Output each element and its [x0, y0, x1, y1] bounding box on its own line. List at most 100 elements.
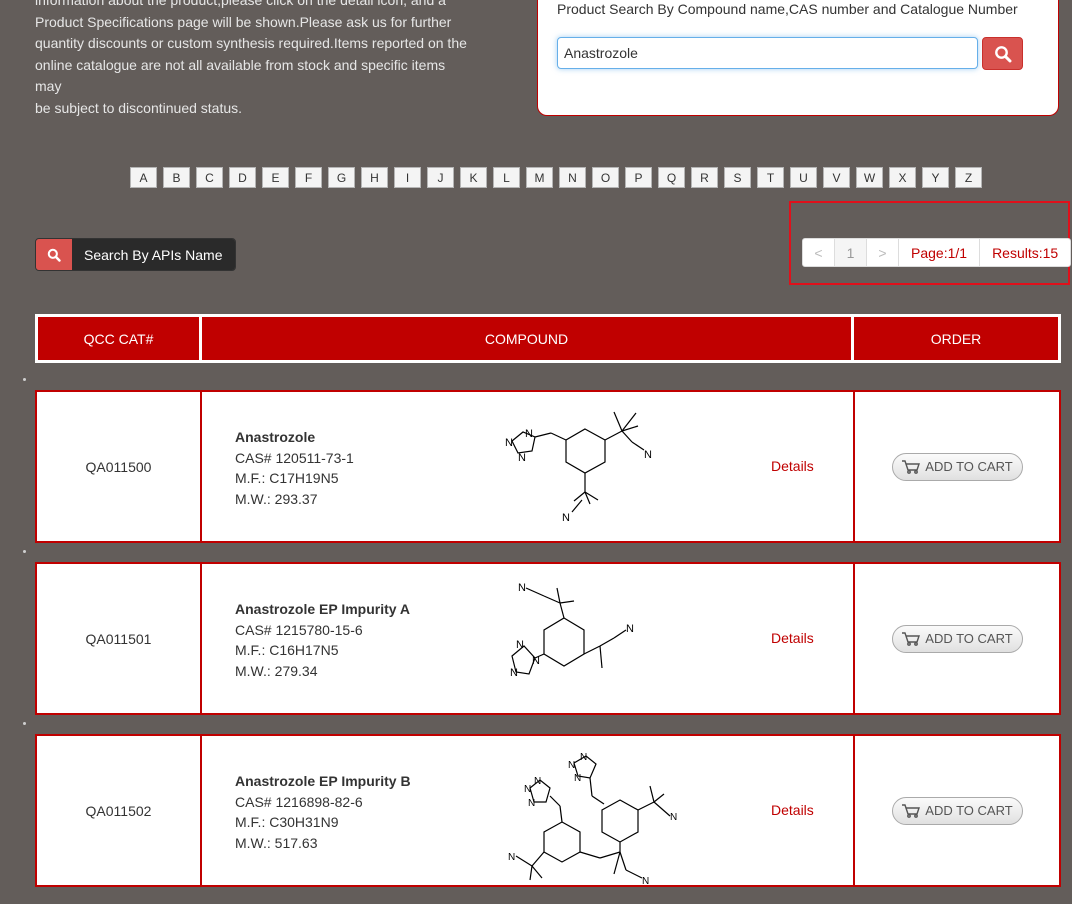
svg-text:N: N [626, 623, 634, 635]
search-input[interactable] [557, 37, 978, 69]
intro-line: quantity discounts or custom synthesis r… [35, 35, 467, 51]
page-number-1[interactable]: 1 [835, 239, 867, 266]
alpha-filter-n[interactable]: N [559, 167, 586, 188]
alpha-filter-b[interactable]: B [163, 167, 190, 188]
header-cat: QCC CAT# [38, 317, 202, 360]
add-to-cart-label: ADD TO CART [925, 631, 1013, 646]
svg-text:N: N [574, 773, 581, 784]
cat-number: QA011501 [37, 564, 202, 713]
alpha-filter-e[interactable]: E [262, 167, 289, 188]
cat-number: QA011500 [37, 392, 202, 541]
compound-mw: M.W.: 517.63 [235, 834, 318, 851]
svg-text:N: N [518, 452, 526, 464]
alphabet-filter: ABCDEFGHIJKLMNOPQRSTUVWXYZ [130, 167, 988, 188]
svg-text:N: N [580, 752, 587, 763]
compound-name[interactable]: Anastrozole EP Impurity B [235, 771, 411, 792]
alpha-filter-x[interactable]: X [889, 167, 916, 188]
structure-image: NNN NN [505, 411, 652, 524]
alpha-filter-d[interactable]: D [229, 167, 256, 188]
svg-text:N: N [532, 655, 540, 667]
details-link[interactable]: Details [771, 630, 814, 646]
table-row: QA011502 Anastrozole EP Impurity B CAS# … [35, 734, 1061, 887]
search-title: Product Search By Compound name,CAS numb… [557, 1, 1018, 17]
svg-text:N: N [510, 667, 518, 679]
add-to-cart-button[interactable]: ADD TO CART [891, 796, 1023, 825]
svg-text:N: N [568, 760, 575, 771]
alpha-filter-a[interactable]: A [130, 167, 157, 188]
svg-text:N: N [670, 812, 677, 823]
intro-line: information about the product,please cli… [35, 0, 446, 8]
compound-cas: CAS# 120511-73-1 [235, 449, 354, 466]
cart-icon [902, 803, 921, 818]
alpha-filter-k[interactable]: K [460, 167, 487, 188]
next-page-button[interactable]: > [867, 239, 899, 266]
add-to-cart-button[interactable]: ADD TO CART [891, 624, 1023, 653]
order-cell: ADD TO CART [855, 564, 1059, 713]
add-to-cart-button[interactable]: ADD TO CART [891, 452, 1023, 481]
order-cell: ADD TO CART [855, 392, 1059, 541]
alpha-filter-t[interactable]: T [757, 167, 784, 188]
svg-text:N: N [528, 798, 535, 809]
alpha-filter-j[interactable]: J [427, 167, 454, 188]
add-to-cart-label: ADD TO CART [925, 803, 1013, 818]
intro-text: information about the product,please cli… [35, 0, 475, 119]
svg-text:N: N [516, 639, 524, 651]
compound-cell: Anastrozole CAS# 120511-73-1 M.F.: C17H1… [202, 392, 855, 541]
pagination: < 1 > Page:1/1 Results:15 [802, 238, 1072, 267]
header-compound: COMPOUND [202, 317, 854, 360]
search-panel: Product Search By Compound name,CAS numb… [537, 0, 1059, 116]
cart-icon [902, 631, 921, 646]
structure-image: NNN NN [510, 582, 634, 679]
alpha-filter-h[interactable]: H [361, 167, 388, 188]
alpha-filter-p[interactable]: P [625, 167, 652, 188]
svg-text:N: N [525, 428, 533, 440]
compound-cas: CAS# 1216898-82-6 [235, 793, 363, 810]
search-by-api-button[interactable]: Search By APIs Name [35, 238, 236, 271]
compound-name[interactable]: Anastrozole [235, 427, 354, 448]
compound-mw: M.W.: 279.34 [235, 662, 318, 679]
details-link[interactable]: Details [771, 802, 814, 818]
list-bullet [23, 550, 26, 553]
svg-text:N: N [505, 437, 513, 449]
structure-image: NNN NNN NNN [508, 752, 677, 887]
cart-icon [902, 459, 921, 474]
compound-cell: Anastrozole EP Impurity A CAS# 1215780-1… [202, 564, 855, 713]
page-indicator: Page:1/1 [899, 239, 981, 266]
search-icon [994, 45, 1011, 62]
compound-mf: M.F.: C16H17N5 [235, 642, 339, 658]
alpha-filter-z[interactable]: Z [955, 167, 982, 188]
alpha-filter-u[interactable]: U [790, 167, 817, 188]
compound-mw: M.W.: 293.37 [235, 490, 318, 507]
table-row: QA011501 Anastrozole EP Impurity A CAS# … [35, 562, 1061, 715]
alpha-filter-m[interactable]: M [526, 167, 553, 188]
alpha-filter-r[interactable]: R [691, 167, 718, 188]
svg-text:N: N [642, 876, 649, 887]
alpha-filter-o[interactable]: O [592, 167, 619, 188]
intro-line: be subject to discontinued status. [35, 99, 243, 116]
search-button[interactable] [982, 37, 1023, 70]
alpha-filter-s[interactable]: S [724, 167, 751, 188]
alpha-filter-c[interactable]: C [196, 167, 223, 188]
results-count: Results:15 [992, 244, 1059, 261]
alpha-filter-g[interactable]: G [328, 167, 355, 188]
alpha-filter-v[interactable]: V [823, 167, 850, 188]
compound-info: Anastrozole CAS# 120511-73-1 M.F.: C17H1… [235, 427, 354, 509]
alpha-filter-i[interactable]: I [394, 167, 421, 188]
alpha-filter-l[interactable]: L [493, 167, 520, 188]
alpha-filter-y[interactable]: Y [922, 167, 949, 188]
alpha-filter-f[interactable]: F [295, 167, 322, 188]
svg-text:N: N [534, 776, 541, 787]
svg-text:N: N [524, 784, 531, 795]
header-order: ORDER [930, 330, 982, 347]
alpha-filter-q[interactable]: Q [658, 167, 685, 188]
compound-name[interactable]: Anastrozole EP Impurity A [235, 599, 410, 620]
svg-text:N: N [508, 852, 515, 863]
alpha-filter-w[interactable]: W [856, 167, 883, 188]
list-bullet [23, 378, 26, 381]
svg-text:N: N [518, 582, 526, 594]
intro-line: online catalogue are not all available f… [35, 56, 446, 95]
details-link[interactable]: Details [771, 458, 814, 474]
table-row: QA011500 Anastrozole CAS# 120511-73-1 M.… [35, 390, 1061, 543]
prev-page-button[interactable]: < [803, 239, 835, 266]
intro-line: Product Specifications page will be show… [35, 13, 452, 30]
